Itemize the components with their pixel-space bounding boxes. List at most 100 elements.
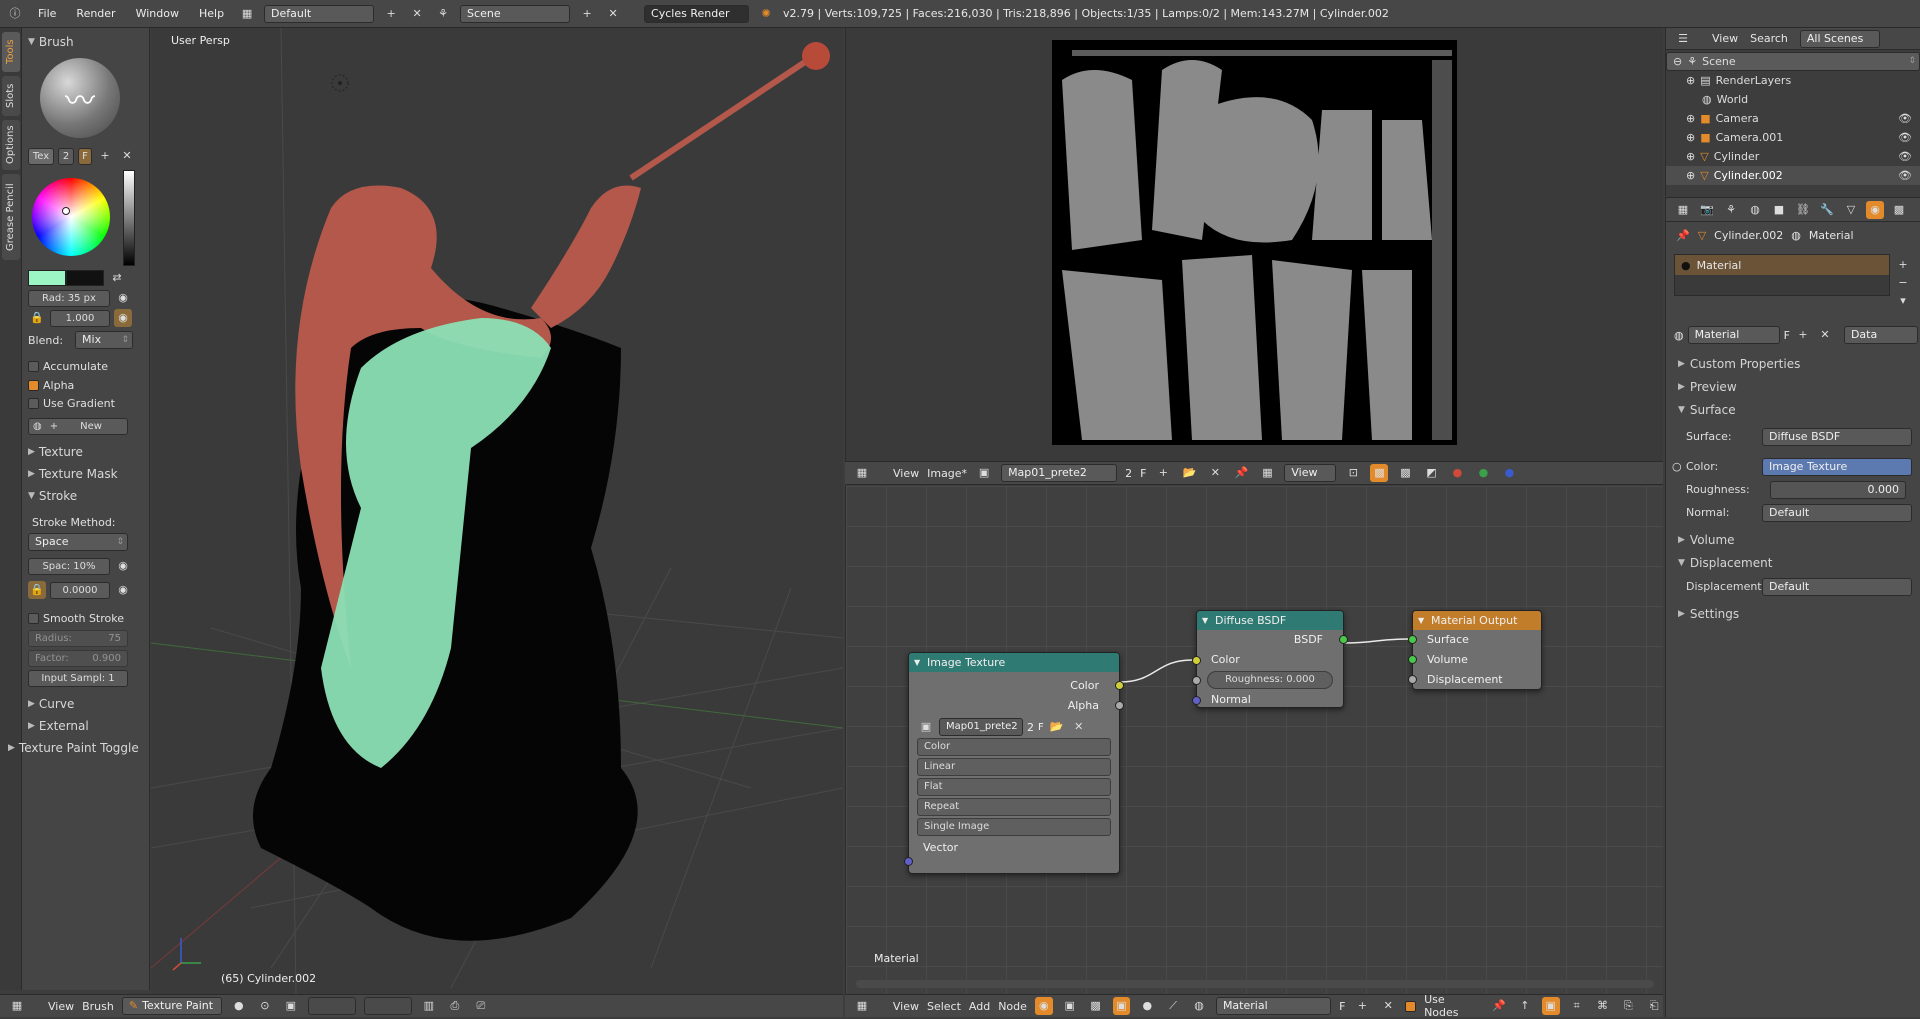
smooth-stroke-checkbox[interactable] xyxy=(28,612,39,624)
jitter-field[interactable]: 0.0000 xyxy=(50,581,110,599)
add-layout-icon[interactable]: + xyxy=(382,5,400,23)
add-slot-icon[interactable]: + xyxy=(1894,256,1912,274)
brush-panel-header[interactable]: ▼ Brush xyxy=(28,32,144,52)
go-parent-icon[interactable]: ↑ xyxy=(1516,997,1534,1015)
horizontal-scrollbar[interactable] xyxy=(856,980,1654,988)
layout-field[interactable]: Default xyxy=(264,4,375,23)
value-slider[interactable] xyxy=(123,170,135,266)
paste-node-icon[interactable]: ⎗ xyxy=(1645,997,1663,1015)
surface-header[interactable]: ▼ Surface xyxy=(1666,398,1920,421)
outliner-row-renderlayers[interactable]: ⊕ ▤ RenderLayers xyxy=(1666,71,1920,90)
material-slot-list[interactable]: ● Material xyxy=(1674,254,1890,296)
material-browse-icon[interactable]: ◍ xyxy=(1674,329,1684,342)
remove-slot-icon[interactable]: − xyxy=(1894,274,1912,292)
screen-layout-icon[interactable]: ▦ xyxy=(238,5,256,23)
line-style-icon[interactable]: ⟋ xyxy=(1164,997,1182,1015)
node-select-menu[interactable]: Select xyxy=(927,1000,961,1013)
constraints-tab-icon[interactable]: ⛓ xyxy=(1794,201,1812,219)
normal-input-select[interactable]: Default xyxy=(1762,504,1912,522)
alpha-checkbox[interactable] xyxy=(28,379,39,391)
node-add-menu[interactable]: Add xyxy=(969,1000,990,1013)
node-editor[interactable]: Image Texture Color Alpha ▣ Map01_prete2… xyxy=(845,486,1663,994)
compositing-nodes-icon[interactable]: ▣ xyxy=(1061,997,1079,1015)
zoom-icon[interactable]: ⊡ xyxy=(1344,464,1362,482)
roughness-value-field[interactable]: 0.000 xyxy=(1770,481,1906,499)
brush-preview[interactable]: 〰 xyxy=(40,58,120,138)
smooth-radius-field[interactable]: Radius: 75 xyxy=(28,629,128,647)
in-volume-socket[interactable] xyxy=(1408,655,1417,664)
remove-scene-icon[interactable]: ✕ xyxy=(604,5,622,23)
copy-node-icon[interactable]: ⎘ xyxy=(1619,997,1637,1015)
texture-paint-toggle-header[interactable]: ▶ Texture Paint Toggle xyxy=(8,738,144,758)
spacing-pressure-icon[interactable]: ◉ xyxy=(114,557,132,575)
render-preview-icon[interactable]: ▥ xyxy=(420,997,438,1015)
node-image-users[interactable]: 2 xyxy=(1027,721,1034,734)
shader-nodes-icon[interactable]: ◉ xyxy=(1034,997,1053,1015)
unlink-material-icon[interactable]: ✕ xyxy=(1379,997,1397,1015)
texture-mask-panel-header[interactable]: ▶ Texture Mask xyxy=(28,464,144,484)
unlink-material-icon[interactable]: ✕ xyxy=(1816,326,1834,344)
snap-element-icon[interactable]: ⌗ xyxy=(1568,997,1586,1015)
use-nodes-checkbox[interactable] xyxy=(1405,1000,1417,1012)
shading-icon[interactable]: ● xyxy=(230,997,248,1015)
new-image-icon[interactable]: + xyxy=(1154,464,1172,482)
data-tab-icon[interactable]: ▽ xyxy=(1842,201,1860,219)
color-picker-cursor[interactable] xyxy=(62,207,70,215)
volume-header[interactable]: ▶ Volume xyxy=(1666,528,1920,551)
material-tab-icon[interactable]: ◉ xyxy=(1866,200,1884,219)
accumulate-checkbox[interactable] xyxy=(28,360,39,372)
tab-slots[interactable]: Slots xyxy=(2,76,20,116)
color-wheel[interactable] xyxy=(32,178,110,256)
interpolation-select[interactable]: Linear xyxy=(917,758,1111,776)
pin-icon[interactable]: 📌 xyxy=(1676,229,1690,242)
projection-select[interactable]: Flat xyxy=(917,778,1111,796)
slot-menu-icon[interactable]: ▾ xyxy=(1894,292,1912,310)
strength-pressure-icon[interactable]: ◉ xyxy=(114,309,132,327)
color-link-icon[interactable]: ○ xyxy=(1672,460,1682,473)
strength-field[interactable]: 1.000 xyxy=(50,309,110,327)
out-color-socket[interactable] xyxy=(1115,681,1124,690)
modifiers-tab-icon[interactable]: 🔧 xyxy=(1818,201,1836,219)
color-input-select[interactable]: Image Texture xyxy=(1762,458,1912,476)
roughness-field[interactable]: Roughness: 0.000 xyxy=(1207,671,1333,689)
in-vector-socket[interactable] xyxy=(904,857,913,866)
outliner-search-menu[interactable]: Search xyxy=(1750,32,1788,45)
external-panel-header[interactable]: ▶ External xyxy=(28,716,144,736)
material-fake-user[interactable]: F xyxy=(1339,1000,1345,1013)
render-tab-icon[interactable]: 📷 xyxy=(1698,201,1716,219)
layers-grid-2[interactable] xyxy=(363,997,412,1015)
render-engine-select[interactable]: Cycles Render xyxy=(644,4,750,23)
jitter-lock-icon[interactable]: 🔒 xyxy=(28,581,46,599)
input-samples-field[interactable]: Input Sampl: 1 xyxy=(28,669,128,687)
menu-file[interactable]: File xyxy=(32,7,62,20)
object-shader-icon[interactable]: ▣ xyxy=(1112,997,1131,1015)
menu-help[interactable]: Help xyxy=(193,7,230,20)
node-unlink-image-icon[interactable]: ✕ xyxy=(1070,718,1088,736)
in-color-socket[interactable] xyxy=(1192,656,1201,665)
info-icon[interactable]: ⓘ xyxy=(6,5,24,23)
editor-type-icon[interactable]: ▦ xyxy=(853,464,871,482)
custom-properties-header[interactable]: ▶ Custom Properties xyxy=(1666,352,1920,375)
editor-type-icon[interactable]: ☰ xyxy=(1674,30,1692,48)
mode-select[interactable]: ✎ Texture Paint xyxy=(121,997,222,1015)
material-slot-item[interactable]: ● Material xyxy=(1675,255,1889,275)
radius-pressure-icon[interactable]: ◉ xyxy=(114,289,132,307)
view-mode-icon[interactable]: ▦ xyxy=(1258,464,1276,482)
3d-viewport[interactable]: User Persp (65) Cylinder.002 xyxy=(151,28,843,994)
image-users[interactable]: 2 xyxy=(1125,467,1132,480)
opengl-render-icon[interactable]: ⎙ xyxy=(446,997,464,1015)
image-texture-node-title[interactable]: Image Texture xyxy=(909,653,1119,672)
texture-nodes-icon[interactable]: ▩ xyxy=(1087,997,1105,1015)
world-shader-icon[interactable]: ● xyxy=(1138,997,1156,1015)
visibility-eye-icon[interactable]: 👁 xyxy=(1898,147,1912,166)
uv-texture-image[interactable] xyxy=(1052,40,1457,445)
secondary-color-swatch[interactable] xyxy=(66,270,104,286)
outliner-row-cylinder[interactable]: ⊕ ▽ Cylinder 👁 xyxy=(1666,147,1920,166)
unlink-image-icon[interactable]: ✕ xyxy=(1206,464,1224,482)
source-select[interactable]: Single Image xyxy=(917,818,1111,836)
material-fake-user[interactable]: F xyxy=(1784,329,1790,342)
outliner-row-camera-001[interactable]: ⊕ ■ Camera.001 👁 xyxy=(1666,128,1920,147)
tab-options[interactable]: Options xyxy=(2,120,20,170)
swap-colors-icon[interactable]: ⇄ xyxy=(108,269,126,287)
world-tab-icon[interactable]: ◍ xyxy=(1746,201,1764,219)
